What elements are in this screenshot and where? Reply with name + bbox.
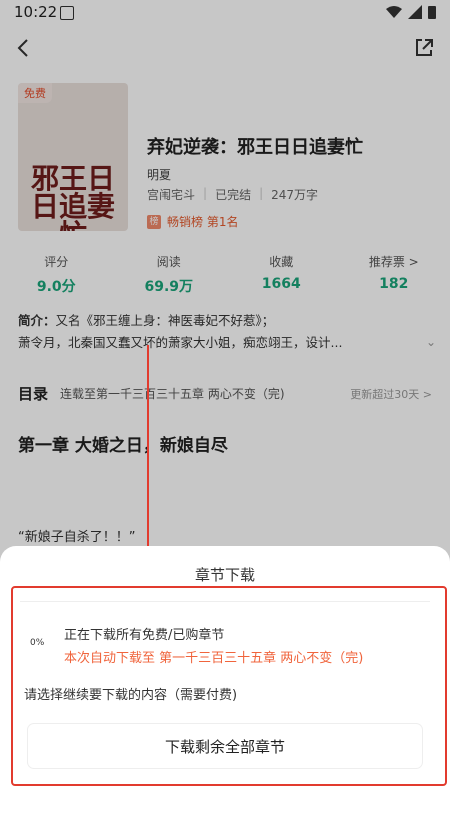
annotation-highlight-box bbox=[11, 586, 447, 786]
sheet-title: 章节下载 bbox=[0, 564, 450, 585]
annotation-arrow bbox=[147, 345, 149, 555]
